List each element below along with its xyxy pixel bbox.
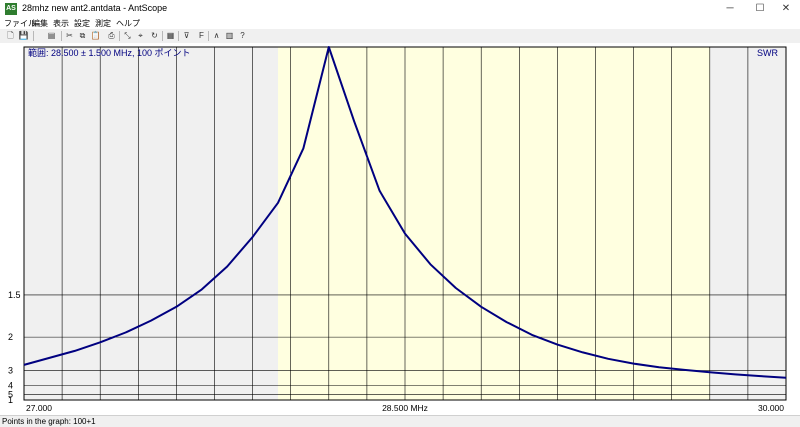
toolbar-separator bbox=[178, 31, 179, 41]
status-text: Points in the graph: 100+1 bbox=[2, 417, 96, 426]
toolbar-separator bbox=[33, 31, 34, 41]
menu-edit[interactable]: 編集 bbox=[32, 18, 48, 29]
toolbar-separator bbox=[162, 31, 163, 41]
y-tick-label: 1.5 bbox=[8, 290, 21, 300]
swr-chart[interactable]: 11.52345 27.000 28.500 MHz 30.000 範囲: 28.5… bbox=[0, 43, 800, 415]
x-axis-labels: 27.000 28.500 MHz 30.000 bbox=[26, 403, 784, 413]
save-icon[interactable]: 💾 bbox=[18, 30, 29, 41]
range-label: 範囲: 28.500 ± 1.500 MHz, 100 ポイント bbox=[28, 47, 191, 58]
refresh-icon[interactable]: ↻ bbox=[149, 30, 160, 41]
minimize-button[interactable]: ─ bbox=[716, 0, 744, 18]
new-file-icon[interactable]: 🗋 bbox=[5, 30, 16, 41]
close-button[interactable]: ✕ bbox=[772, 0, 800, 18]
menu-measure[interactable]: 測定 bbox=[95, 18, 111, 29]
cursor-chart-icon[interactable]: ⌖ bbox=[135, 30, 146, 41]
help-icon[interactable]: ? bbox=[237, 30, 248, 41]
menu-bar: ファイル 編集 表示 設定 測定 ヘルプ bbox=[0, 18, 800, 29]
status-bar: Points in the graph: 100+1 bbox=[0, 415, 800, 427]
band-highlight bbox=[278, 47, 710, 400]
x-tick-label: 30.000 bbox=[758, 403, 784, 413]
chart-type-icon[interactable]: ▥ bbox=[224, 30, 235, 41]
y-tick-label: 5 bbox=[8, 389, 13, 399]
table-icon[interactable]: ▦ bbox=[165, 30, 176, 41]
title-bar: AS 28mhz new ant2.antdata - AntScope ─ ☐… bbox=[0, 0, 800, 19]
menu-help[interactable]: ヘルプ bbox=[116, 18, 140, 29]
y-tick-label: 3 bbox=[8, 366, 13, 376]
maximize-button[interactable]: ☐ bbox=[746, 0, 774, 18]
x-tick-label: 27.000 bbox=[26, 403, 52, 413]
y-axis-labels: 11.52345 bbox=[8, 290, 21, 405]
print-icon[interactable]: ⎙ bbox=[106, 30, 117, 41]
toolbar-separator bbox=[208, 31, 209, 41]
menu-view[interactable]: 表示 bbox=[53, 18, 69, 29]
copy-icon[interactable]: ⧉ bbox=[77, 30, 88, 41]
toolbar: 🗋 💾 ▤ ✂ ⧉ 📋 ⎙ ⤡ ⌖ ↻ ▦ ⊽ F ∧ ▥ ? bbox=[0, 29, 800, 44]
x-tick-label: 28.500 MHz bbox=[382, 403, 428, 413]
menu-settings[interactable]: 設定 bbox=[74, 18, 90, 29]
toolbar-separator bbox=[119, 31, 120, 41]
series-label: SWR bbox=[757, 48, 778, 58]
sweep-icon[interactable]: ▤ bbox=[46, 30, 57, 41]
cut-icon[interactable]: ✂ bbox=[64, 30, 75, 41]
toolbar-separator bbox=[61, 31, 62, 41]
app-logo-icon: AS bbox=[5, 3, 17, 15]
filter-icon[interactable]: ⊽ bbox=[181, 30, 192, 41]
graph-mode-icon[interactable]: ∧ bbox=[211, 30, 222, 41]
window-title: 28mhz new ant2.antdata - AntScope bbox=[22, 3, 168, 13]
graph-area[interactable]: 1 1.5 2 3 4 5 27.000 28.500 MHz 30.000 範囲: 28.5… bbox=[0, 43, 800, 415]
y-tick-label: 2 bbox=[8, 332, 13, 342]
fq-icon[interactable]: F bbox=[196, 30, 207, 41]
zoom-chart-icon[interactable]: ⤡ bbox=[122, 30, 133, 41]
paste-icon[interactable]: 📋 bbox=[90, 30, 101, 41]
